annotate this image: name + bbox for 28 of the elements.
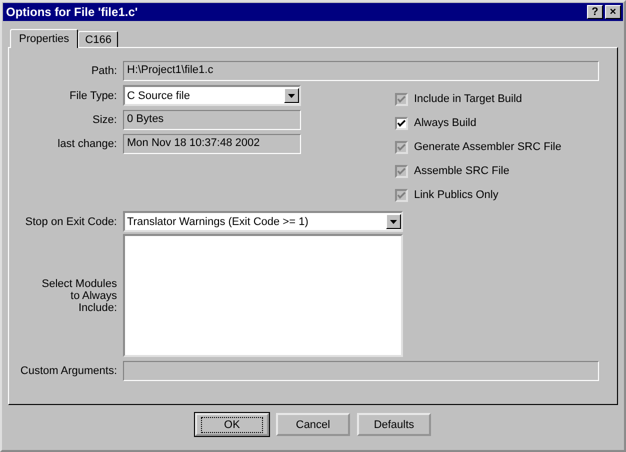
option-checkbox[interactable]: Always Build (395, 111, 562, 135)
window-title: Options for File 'file1.c' (6, 5, 138, 19)
check-icon (397, 166, 406, 176)
check-icon (397, 94, 406, 104)
check-icon (397, 118, 406, 128)
tab[interactable]: Properties (10, 29, 78, 48)
close-button[interactable]: × (605, 5, 621, 19)
field-label: Path: (90, 65, 117, 77)
field-label: Stop on Exit Code: (24, 216, 117, 228)
size-field: 0 Bytes (123, 110, 301, 130)
dialog-button[interactable]: OK (195, 413, 269, 436)
file-type-dropdown[interactable]: C Source file (123, 85, 301, 106)
path-field: H:\Project1\file1.c (123, 61, 599, 81)
field-label: File Type: (68, 90, 117, 102)
last-change-field: Mon Nov 18 10:37:48 2002 (123, 134, 301, 154)
modules-listbox[interactable] (123, 234, 403, 357)
check-icon (397, 142, 406, 152)
custom-arguments-field[interactable] (123, 361, 599, 381)
field-label: Select Modules to Always Include: (41, 278, 117, 314)
help-button[interactable]: ? (587, 5, 603, 19)
tab[interactable]: C166 (78, 31, 118, 47)
dialog-button[interactable]: Defaults (357, 413, 431, 436)
field-label: last change: (56, 138, 117, 150)
dialog-button[interactable]: Cancel (276, 413, 350, 436)
exit-code-dropdown[interactable]: Translator Warnings (Exit Code >= 1) (123, 211, 403, 232)
field-label: Custom Arguments: (19, 365, 117, 377)
field-label: Size: (92, 114, 117, 126)
check-icon (397, 190, 406, 200)
